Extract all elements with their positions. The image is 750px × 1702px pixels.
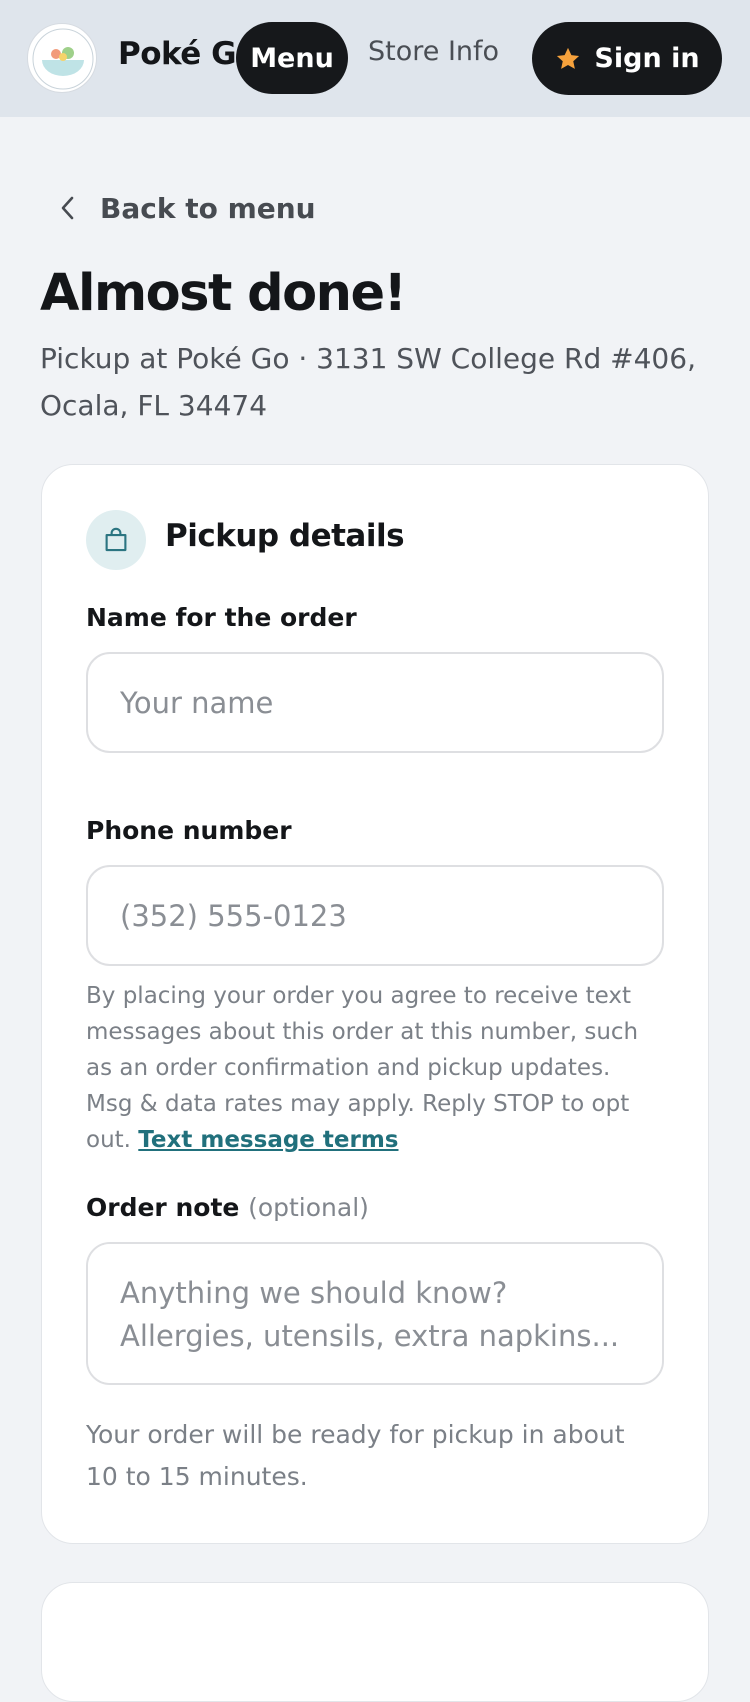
- page-title: Almost done!: [40, 264, 407, 323]
- optional-tag: (optional): [248, 1193, 369, 1222]
- sign-in-button[interactable]: Sign in: [532, 22, 722, 95]
- top-navigation-bar: Poké Go Menu Store Info Sign in: [0, 0, 750, 117]
- sign-in-label: Sign in: [594, 43, 700, 74]
- order-note-textarea[interactable]: [86, 1242, 664, 1385]
- name-input[interactable]: [86, 652, 664, 753]
- star-icon: [557, 47, 580, 69]
- brand-logo[interactable]: [27, 23, 97, 93]
- text-message-terms-link[interactable]: Text message terms: [138, 1127, 398, 1153]
- pickup-ready-time-text: Your order will be ready for pickup in a…: [86, 1420, 625, 1491]
- pickup-location-subtitle: Pickup at Poké Go · 3131 SW College Rd #…: [40, 342, 696, 422]
- next-section-card: [41, 1582, 709, 1702]
- order-note-label: Order note (optional): [86, 1193, 369, 1222]
- name-field-label: Name for the order: [86, 603, 357, 632]
- sms-consent-text: By placing your order you agree to recei…: [86, 978, 664, 1158]
- pickup-details-title: Pickup details: [165, 518, 405, 554]
- nav-menu-button[interactable]: Menu: [236, 22, 348, 94]
- shopping-bag-icon: [105, 527, 127, 552]
- chevron-left-icon: [61, 196, 74, 220]
- back-to-menu-label: Back to menu: [100, 191, 316, 225]
- phone-input[interactable]: [86, 865, 664, 966]
- nav-store-info-link[interactable]: Store Info: [368, 36, 499, 67]
- phone-field-label: Phone number: [86, 816, 292, 845]
- pickup-icon-badge: [86, 510, 146, 570]
- back-to-menu-link[interactable]: Back to menu: [58, 188, 316, 228]
- poke-bowl-logo-icon: [32, 28, 94, 90]
- order-note-label-text: Order note: [86, 1193, 240, 1222]
